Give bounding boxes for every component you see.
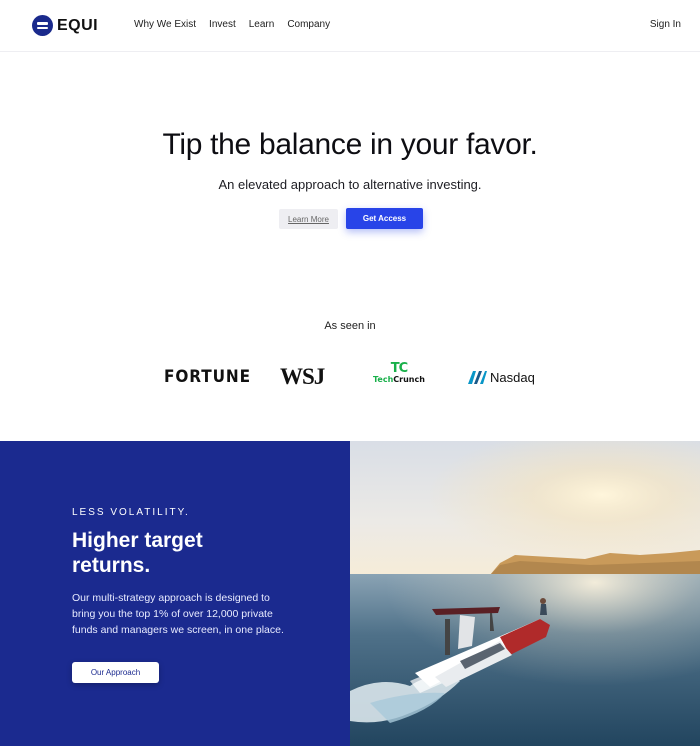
nav-link-why-we-exist[interactable]: Why We Exist <box>134 19 196 30</box>
sign-in-link[interactable]: Sign In <box>650 19 681 30</box>
fortune-logo: FORTUNE <box>164 367 251 387</box>
equi-logo-icon <box>32 15 53 36</box>
techcrunch-tech: Tech <box>373 375 394 384</box>
get-access-button[interactable]: Get Access <box>346 208 423 229</box>
wsj-logo: WSJ <box>280 364 325 389</box>
techcrunch-logo: TC TechCrunch <box>373 362 425 392</box>
learn-more-button[interactable]: Learn More <box>279 209 338 229</box>
hero-title: Tip the balance in your favor. <box>162 128 538 161</box>
hero-subtitle: An elevated approach to alternative inve… <box>218 177 482 192</box>
nav-link-invest[interactable]: Invest <box>209 19 236 30</box>
feature-kicker: LESS VOLATILITY. <box>72 507 190 518</box>
our-approach-button[interactable]: Our Approach <box>72 662 159 683</box>
nasdaq-logo: Nasdaq <box>467 362 535 392</box>
logo[interactable]: EQUI <box>32 15 98 36</box>
logo-text: EQUI <box>57 16 99 34</box>
techcrunch-crunch: Crunch <box>393 375 425 384</box>
nav-link-learn[interactable]: Learn <box>249 19 275 30</box>
boat-photo <box>350 441 700 746</box>
nasdaq-icon <box>468 371 487 384</box>
feature-body: Our multi-strategy approach is designed … <box>72 592 284 636</box>
feature-headline: Higher target returns. <box>72 529 203 577</box>
techcrunch-mark: TC <box>390 361 408 376</box>
nav-link-company[interactable]: Company <box>287 19 330 30</box>
boat-scene-image <box>350 441 700 746</box>
nav-links: Why We Exist Invest Learn Company <box>134 19 330 30</box>
top-nav: EQUI Why We Exist Invest Learn Company S… <box>0 0 700 52</box>
nasdaq-wordmark: Nasdaq <box>490 369 535 385</box>
as-seen-in-heading: As seen in <box>324 320 376 332</box>
techcrunch-wordmark: TechCrunch <box>373 375 425 384</box>
